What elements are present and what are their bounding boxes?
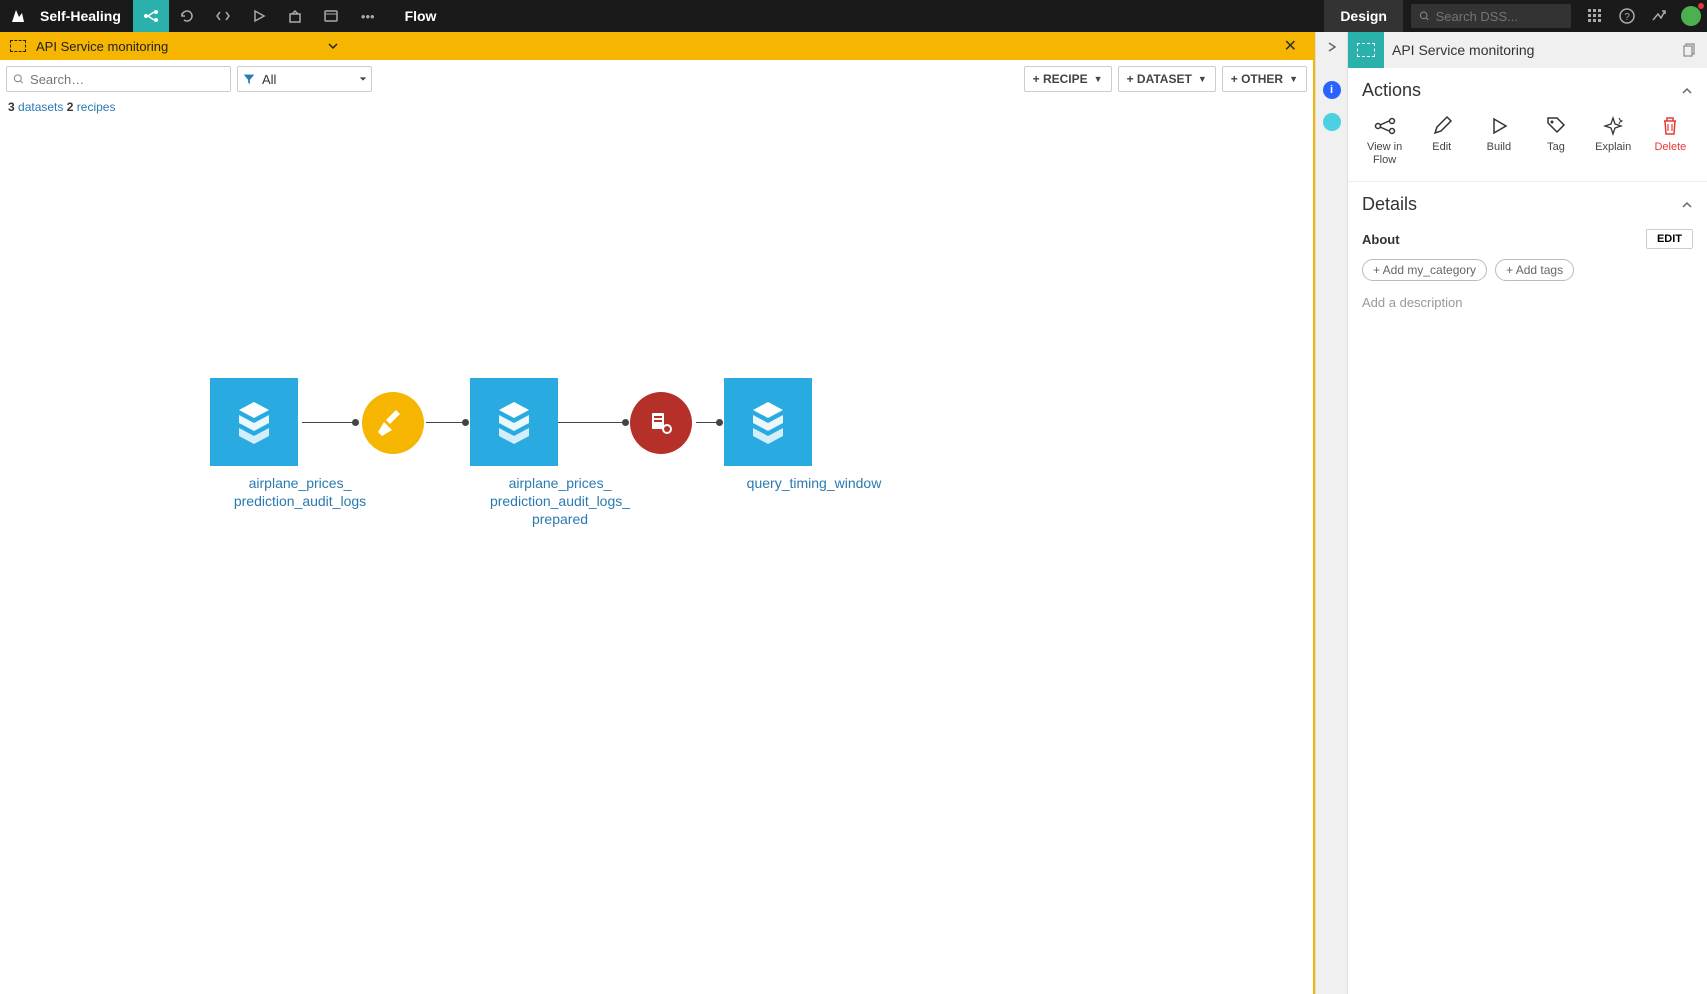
add-dataset-button[interactable]: + DATASET▼ [1118, 66, 1216, 92]
right-rail: i [1315, 32, 1347, 994]
delete-button[interactable]: Delete [1643, 115, 1697, 167]
build-button[interactable]: Build [1472, 115, 1526, 167]
svg-text:?: ? [1624, 12, 1630, 23]
actions-section-header: Actions [1348, 68, 1707, 107]
collapse-actions-icon[interactable] [1681, 85, 1693, 97]
more-nav-icon[interactable]: ••• [349, 9, 387, 24]
filter-dropdown[interactable]: All [237, 66, 372, 92]
zone-icon [10, 40, 26, 52]
flow-canvas[interactable]: airplane_prices_ prediction_audit_logs a… [0, 118, 1313, 994]
edit-details-button[interactable]: EDIT [1646, 229, 1693, 249]
panel-title: API Service monitoring [1392, 42, 1675, 58]
tag-button[interactable]: Tag [1529, 115, 1583, 167]
collapse-panel-icon[interactable] [1325, 40, 1339, 54]
window-icon [646, 408, 676, 438]
dataset-icon [743, 397, 793, 447]
details-title: Details [1362, 194, 1681, 215]
edit-button[interactable]: Edit [1415, 115, 1469, 167]
node-label: airplane_prices_ prediction_audit_logs_ … [470, 474, 650, 529]
dashboard-nav-icon[interactable] [313, 0, 349, 32]
flow-toolbar: All + RECIPE▼ + DATASET▼ + OTHER▼ [0, 60, 1313, 98]
trash-icon [1659, 115, 1681, 137]
activity-icon[interactable] [1643, 0, 1675, 32]
actions-row: View in Flow Edit Build Tag Explain Dele… [1348, 107, 1707, 181]
window-recipe-node[interactable] [630, 392, 692, 454]
add-tags-pill[interactable]: + Add tags [1495, 259, 1574, 281]
logo-icon[interactable] [0, 0, 36, 32]
view-label: Flow [387, 8, 455, 24]
zone-close-icon[interactable]: ✕ [1278, 36, 1303, 56]
add-recipe-button[interactable]: + RECIPE▼ [1024, 66, 1112, 92]
filter-label: All [262, 72, 353, 87]
code-nav-icon[interactable] [205, 0, 241, 32]
recipes-link[interactable]: recipes [77, 100, 116, 114]
mode-label[interactable]: Design [1324, 0, 1403, 32]
copy-icon[interactable] [1683, 43, 1697, 57]
zone-name[interactable]: API Service monitoring [36, 39, 168, 54]
pencil-icon [1431, 115, 1453, 137]
flow-nav-icon[interactable] [133, 0, 169, 32]
node-label: airplane_prices_ prediction_audit_logs [210, 474, 390, 510]
project-name[interactable]: Self-Healing [36, 8, 133, 24]
actions-title: Actions [1362, 80, 1681, 101]
help-icon[interactable]: ? [1611, 0, 1643, 32]
node-label: query_timing_window [724, 474, 904, 492]
about-label: About [1362, 232, 1646, 247]
play-nav-icon[interactable] [241, 0, 277, 32]
apps-icon[interactable] [1579, 0, 1611, 32]
dataset-node[interactable]: airplane_prices_ prediction_audit_logs_ … [470, 378, 650, 529]
panel-header: API Service monitoring [1348, 32, 1707, 68]
dataset-node[interactable]: query_timing_window [724, 378, 904, 492]
dataset-node[interactable]: airplane_prices_ prediction_audit_logs [210, 378, 390, 510]
global-search[interactable] [1411, 4, 1571, 28]
user-avatar[interactable] [1675, 0, 1707, 32]
info-tab-icon[interactable]: i [1320, 78, 1344, 102]
counts-line: 3 datasets 2 recipes [0, 98, 1313, 118]
broom-icon [376, 406, 410, 440]
zone-bar: API Service monitoring ✕ [0, 32, 1313, 60]
discussions-tab-icon[interactable] [1320, 110, 1344, 134]
flow-search-input[interactable] [30, 72, 224, 87]
zone-dropdown-icon[interactable] [328, 41, 338, 51]
chevron-down-icon [359, 75, 367, 83]
dataset-icon [229, 397, 279, 447]
prepare-recipe-node[interactable] [362, 392, 424, 454]
details-section-header: Details [1348, 182, 1707, 221]
sparkle-icon [1602, 115, 1624, 137]
global-search-input[interactable] [1436, 9, 1563, 24]
dataset-icon [489, 397, 539, 447]
flow-search[interactable] [6, 66, 231, 92]
collapse-details-icon[interactable] [1681, 199, 1693, 211]
flow-view-icon [1374, 115, 1396, 137]
description-placeholder[interactable]: Add a description [1362, 295, 1693, 310]
datasets-link[interactable]: datasets [18, 100, 63, 114]
zone-badge-icon [1348, 32, 1384, 68]
search-icon [13, 73, 24, 85]
add-other-button[interactable]: + OTHER▼ [1222, 66, 1307, 92]
explain-button[interactable]: Explain [1586, 115, 1640, 167]
add-category-pill[interactable]: + Add my_category [1362, 259, 1487, 281]
refresh-nav-icon[interactable] [169, 0, 205, 32]
right-panel: API Service monitoring Actions View in F… [1347, 32, 1707, 994]
top-bar: Self-Healing ••• Flow Design ? [0, 0, 1707, 32]
view-in-flow-button[interactable]: View in Flow [1358, 115, 1412, 167]
deploy-nav-icon[interactable] [277, 0, 313, 32]
filter-icon [242, 72, 256, 86]
tag-icon [1545, 115, 1567, 137]
play-icon [1488, 115, 1510, 137]
